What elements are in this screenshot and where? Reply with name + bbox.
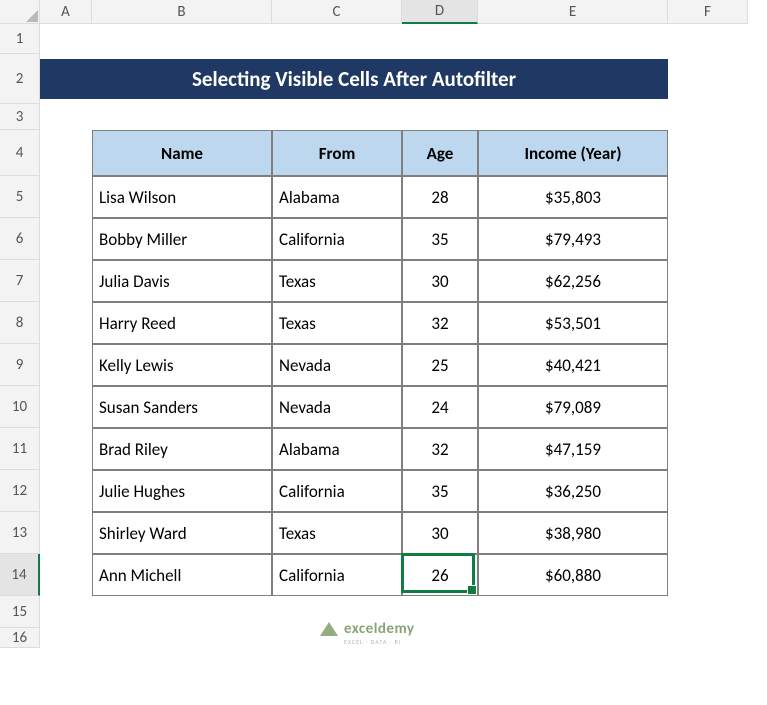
cell-income[interactable]: $60,880: [478, 554, 668, 596]
watermark: exceldemy EXCEL · DATA · BI: [320, 620, 415, 646]
select-all-corner[interactable]: [0, 0, 40, 24]
cell-empty[interactable]: [40, 104, 748, 130]
cell-name[interactable]: Bobby Miller: [92, 218, 272, 260]
cell-age[interactable]: 28: [402, 176, 478, 218]
cell-from[interactable]: Alabama: [272, 428, 402, 470]
cell-empty[interactable]: [40, 260, 92, 302]
watermark-name: exceldemy: [344, 620, 415, 638]
row-header-9[interactable]: 9: [0, 344, 40, 386]
cell-empty[interactable]: [40, 428, 92, 470]
cell-income[interactable]: $79,493: [478, 218, 668, 260]
row-header-16[interactable]: 16: [0, 628, 40, 648]
cell-from[interactable]: Nevada: [272, 344, 402, 386]
cell-empty[interactable]: [40, 176, 92, 218]
cell-from[interactable]: Alabama: [272, 176, 402, 218]
th-income[interactable]: Income (Year): [478, 130, 668, 176]
cell-age-active[interactable]: 26: [402, 554, 478, 596]
row-header-14[interactable]: 14: [0, 554, 40, 596]
cell-empty[interactable]: [668, 428, 748, 470]
title-band: Selecting Visible Cells After Autofilter: [40, 59, 668, 99]
row-header-12[interactable]: 12: [0, 470, 40, 512]
cell-empty[interactable]: [668, 344, 748, 386]
row-header-4[interactable]: 4: [0, 130, 40, 176]
row-header-1[interactable]: 1: [0, 24, 40, 54]
cell-empty[interactable]: [668, 176, 748, 218]
cell-name[interactable]: Lisa Wilson: [92, 176, 272, 218]
col-header-d[interactable]: D: [402, 0, 478, 24]
cell-empty[interactable]: [668, 130, 748, 176]
cell-age[interactable]: 30: [402, 260, 478, 302]
cell-empty[interactable]: [40, 512, 92, 554]
cell-age[interactable]: 35: [402, 470, 478, 512]
cell-name[interactable]: Brad Riley: [92, 428, 272, 470]
cell-empty[interactable]: [40, 470, 92, 512]
row-header-10[interactable]: 10: [0, 386, 40, 428]
cell-income[interactable]: $62,256: [478, 260, 668, 302]
cell-age[interactable]: 32: [402, 428, 478, 470]
cell-name[interactable]: Harry Reed: [92, 302, 272, 344]
cell-from[interactable]: Texas: [272, 302, 402, 344]
cell-name[interactable]: Shirley Ward: [92, 512, 272, 554]
cell-name[interactable]: Julie Hughes: [92, 470, 272, 512]
th-age[interactable]: Age: [402, 130, 478, 176]
cell-empty[interactable]: [668, 386, 748, 428]
cell-empty[interactable]: [40, 302, 92, 344]
row-header-15[interactable]: 15: [0, 596, 40, 628]
row-header-13[interactable]: 13: [0, 512, 40, 554]
row-header-2[interactable]: 2: [0, 54, 40, 104]
watermark-icon: [320, 624, 338, 642]
col-header-a[interactable]: A: [40, 0, 92, 24]
cell-empty[interactable]: [40, 554, 92, 596]
cell-income[interactable]: $38,980: [478, 512, 668, 554]
cell-empty[interactable]: [40, 386, 92, 428]
cell-age[interactable]: 25: [402, 344, 478, 386]
cell-empty[interactable]: [668, 470, 748, 512]
cell-empty[interactable]: [668, 554, 748, 596]
watermark-tag: EXCEL · DATA · BI: [344, 638, 415, 646]
cell-age[interactable]: 35: [402, 218, 478, 260]
cell-empty[interactable]: [40, 344, 92, 386]
row-header-3[interactable]: 3: [0, 104, 40, 130]
cell-empty[interactable]: [668, 260, 748, 302]
cell-income[interactable]: $47,159: [478, 428, 668, 470]
cell-empty[interactable]: [40, 130, 92, 176]
row-header-5[interactable]: 5: [0, 176, 40, 218]
cell-income[interactable]: $79,089: [478, 386, 668, 428]
cell-income[interactable]: $40,421: [478, 344, 668, 386]
cell-empty[interactable]: [668, 218, 748, 260]
cell-age[interactable]: 24: [402, 386, 478, 428]
cell-age[interactable]: 30: [402, 512, 478, 554]
col-header-f[interactable]: F: [668, 0, 748, 24]
row-header-6[interactable]: 6: [0, 218, 40, 260]
col-header-e[interactable]: E: [478, 0, 668, 24]
row-header-8[interactable]: 8: [0, 302, 40, 344]
cell-empty[interactable]: [40, 24, 748, 54]
cell-from[interactable]: California: [272, 554, 402, 596]
col-header-c[interactable]: C: [272, 0, 402, 24]
cell-from[interactable]: Texas: [272, 260, 402, 302]
cell-name[interactable]: Susan Sanders: [92, 386, 272, 428]
col-header-b[interactable]: B: [92, 0, 272, 24]
cell-from[interactable]: Nevada: [272, 386, 402, 428]
row-header-7[interactable]: 7: [0, 260, 40, 302]
cell-empty[interactable]: [40, 218, 92, 260]
th-from[interactable]: From: [272, 130, 402, 176]
cell-income[interactable]: $53,501: [478, 302, 668, 344]
cell-from[interactable]: Texas: [272, 512, 402, 554]
cell-from[interactable]: California: [272, 470, 402, 512]
cell-from[interactable]: California: [272, 218, 402, 260]
cell-name[interactable]: Kelly Lewis: [92, 344, 272, 386]
cell-empty[interactable]: [668, 54, 748, 104]
cell-income[interactable]: $35,803: [478, 176, 668, 218]
row-header-11[interactable]: 11: [0, 428, 40, 470]
cell-income[interactable]: $36,250: [478, 470, 668, 512]
cell-name[interactable]: Julia Davis: [92, 260, 272, 302]
cell-empty[interactable]: [668, 302, 748, 344]
cell-name[interactable]: Ann Michell: [92, 554, 272, 596]
cell-empty[interactable]: [668, 512, 748, 554]
cell-age[interactable]: 32: [402, 302, 478, 344]
th-name[interactable]: Name: [92, 130, 272, 176]
